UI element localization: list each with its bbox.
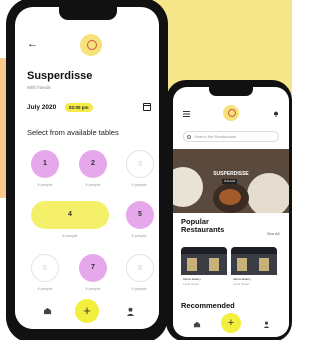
- restaurant-name: Alpine Eatery: [183, 277, 201, 281]
- table-1[interactable]: 1: [31, 150, 59, 178]
- plate-shape: [173, 167, 203, 207]
- restaurant-image: [181, 247, 227, 275]
- calendar-icon[interactable]: [143, 103, 151, 111]
- restaurant-address: Louis Street: [233, 282, 250, 286]
- restaurant-subtitle: With friends: [27, 85, 51, 90]
- add-button[interactable]: +: [221, 313, 241, 333]
- table-2[interactable]: 2: [79, 150, 107, 178]
- home-icon[interactable]: [193, 321, 201, 328]
- table-3-people: 4 people: [131, 182, 147, 187]
- table-7[interactable]: 7: [79, 254, 107, 282]
- search-icon: [187, 134, 191, 139]
- table-2-people: 4 people: [85, 182, 101, 187]
- restaurant-title: Susperdisse: [27, 70, 93, 82]
- restaurant-card[interactable]: Alpine Eatery Louis Street: [181, 247, 227, 293]
- bell-icon[interactable]: [273, 110, 279, 117]
- table-6[interactable]: 6: [31, 254, 59, 282]
- back-arrow-icon[interactable]: ←: [27, 39, 38, 50]
- phone-notch: [209, 87, 253, 96]
- menu-icon[interactable]: [183, 111, 190, 117]
- table-6-people: 4 people: [37, 286, 53, 291]
- time-pill[interactable]: 02:00 pm: [65, 103, 93, 112]
- booking-screen: ← Susperdisse With friends July 2020 02:…: [15, 7, 159, 329]
- user-icon[interactable]: [126, 307, 135, 316]
- recommended-heading: Recommended: [181, 301, 235, 310]
- table-4[interactable]: 4: [31, 201, 109, 229]
- table-4-people: 8 people: [62, 233, 78, 238]
- restaurant-card[interactable]: Alpine Eatery Louis Street: [231, 247, 277, 293]
- table-8-people: 4 people: [131, 286, 147, 291]
- user-icon[interactable]: [263, 321, 270, 328]
- logo-icon: [80, 34, 102, 56]
- bottom-nav: +: [15, 297, 159, 329]
- search-placeholder: Search the Restaurants: [194, 134, 237, 139]
- table-7-people: 4 people: [85, 286, 101, 291]
- popular-restaurants-heading: Popular Restaurants: [181, 218, 224, 234]
- popular-line-2: Restaurants: [181, 225, 225, 234]
- plate-shape: [247, 173, 289, 213]
- table-3[interactable]: 3: [126, 150, 154, 178]
- food-shape: [219, 189, 241, 205]
- table-5[interactable]: 5: [126, 201, 154, 229]
- bottom-nav: +: [173, 313, 289, 337]
- logo-icon: [223, 105, 239, 121]
- date-label: July 2020: [27, 104, 57, 111]
- select-tables-label: Select from available tables: [27, 128, 119, 137]
- restaurant-address: Louis Street: [183, 282, 200, 286]
- search-input[interactable]: Search the Restaurants: [183, 131, 279, 142]
- hero-title: SUSPERDISSE: [213, 171, 249, 177]
- table-1-people: 4 people: [37, 182, 53, 187]
- table-5-people: 4 people: [131, 233, 147, 238]
- hero-image[interactable]: SUSPERDISSE ITALIAN: [173, 149, 289, 213]
- phone-notch: [59, 7, 117, 20]
- restaurant-image: [231, 247, 277, 275]
- hero-subtitle: ITALIAN: [222, 179, 238, 184]
- phone-booking: ← Susperdisse With friends July 2020 02:…: [6, 0, 168, 340]
- add-button[interactable]: +: [75, 299, 99, 323]
- restaurant-name: Alpine Eatery: [233, 277, 251, 281]
- see-all-link[interactable]: See All: [267, 231, 279, 236]
- home-icon[interactable]: [43, 307, 52, 315]
- phone-restaurants: Search the Restaurants SUSPERDISSE ITALI…: [166, 80, 292, 340]
- restaurants-screen: Search the Restaurants SUSPERDISSE ITALI…: [173, 87, 289, 337]
- table-8[interactable]: 8: [126, 254, 154, 282]
